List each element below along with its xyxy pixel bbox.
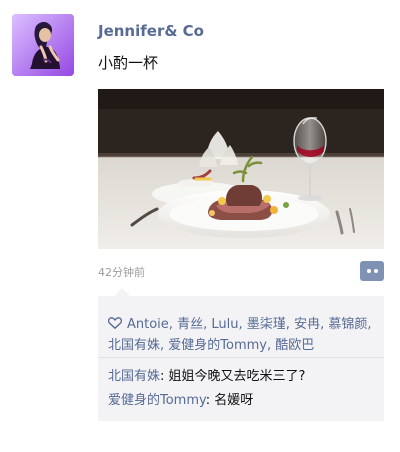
like-name[interactable]: Antoie — [127, 317, 169, 332]
like-separator: , — [168, 317, 173, 332]
like-separator: , — [267, 338, 272, 353]
username[interactable]: Jennifer& Co — [98, 22, 204, 40]
moment-post: Jennifer& Co 小酌一杯 42分钟前 Antoie, 青丝, Lulu… — [0, 0, 400, 452]
like-name[interactable]: 北国有姝 — [108, 338, 160, 353]
like-name[interactable]: 青丝 — [177, 317, 203, 332]
comment-author[interactable]: 北国有姝 — [108, 369, 160, 384]
comment-divider — [98, 357, 384, 358]
more-actions-icon — [366, 269, 371, 273]
comment-separator: : — [160, 369, 169, 384]
like-separator: , — [367, 317, 372, 332]
like-name[interactable]: 慕锦颜 — [328, 317, 367, 332]
like-separator: , — [238, 317, 243, 332]
comment-item: 爱健身的Tommy: 名媛呀 — [108, 392, 376, 410]
interaction-panel: Antoie, 青丝, Lulu, 墨柒瑾, 安冉, 慕锦颜, 北国有姝, 爱健… — [98, 288, 384, 421]
like-separator: , — [203, 317, 208, 332]
like-name[interactable]: 安冉 — [294, 317, 320, 332]
like-name[interactable]: Lulu — [211, 317, 238, 332]
like-separator: , — [160, 338, 165, 353]
like-name[interactable]: 墨柒瑾 — [247, 317, 286, 332]
like-separator: , — [320, 317, 325, 332]
post-photo[interactable] — [98, 89, 384, 249]
comment-text: 姐姐今晚又去吃米三了? — [168, 369, 306, 384]
comment-text: 名媛呀 — [214, 393, 254, 408]
timestamp: 42分钟前 — [98, 266, 145, 279]
likes-list: Antoie, 青丝, Lulu, 墨柒瑾, 安冉, 慕锦颜, 北国有姝, 爱健… — [108, 314, 378, 356]
heart-outline-icon — [108, 317, 122, 329]
like-name[interactable]: 酷欧巴 — [275, 338, 314, 353]
comment-item: 北国有姝: 姐姐今晚又去吃米三了? — [108, 368, 376, 386]
more-actions-icon-dot — [373, 269, 378, 273]
more-actions-button[interactable] — [360, 261, 384, 281]
post-text: 小酌一杯 — [98, 54, 159, 72]
comment-author[interactable]: 爱健身的Tommy — [108, 393, 206, 408]
avatar[interactable] — [12, 14, 74, 76]
like-name[interactable]: 爱健身的Tommy — [168, 338, 267, 353]
comment-separator: : — [205, 393, 215, 408]
like-separator: , — [285, 317, 290, 332]
